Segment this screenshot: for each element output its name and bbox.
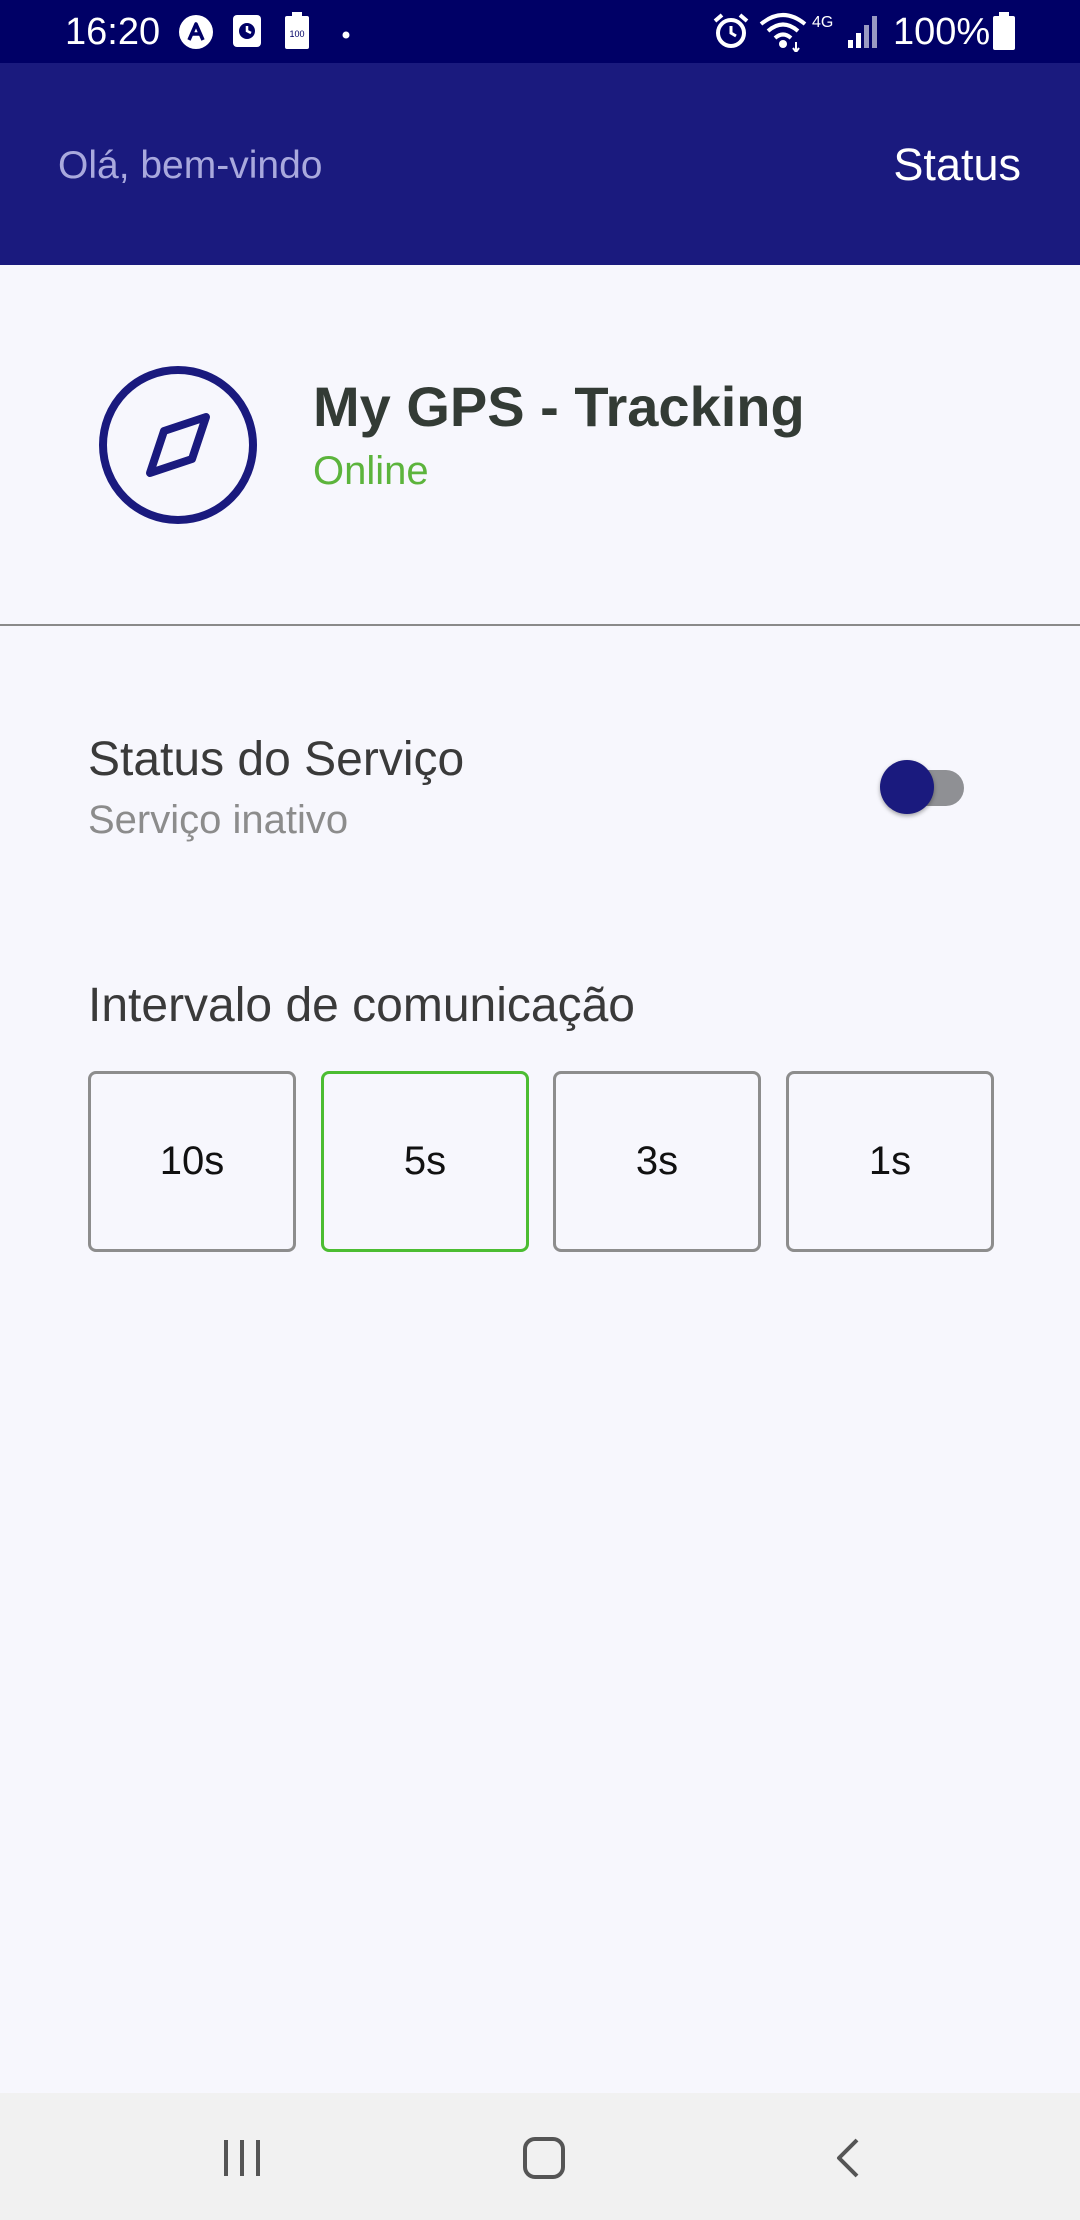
service-toggle[interactable] bbox=[880, 760, 966, 816]
status-time: 16:20 bbox=[65, 11, 161, 53]
connection-status: Online bbox=[313, 449, 429, 493]
a-icon bbox=[178, 14, 214, 55]
recent-apps-icon[interactable] bbox=[202, 2123, 282, 2193]
alarm-icon bbox=[712, 12, 750, 55]
wifi-icon bbox=[758, 12, 808, 57]
tab-status[interactable]: Status bbox=[893, 139, 1021, 191]
navigation-bar bbox=[0, 2093, 1080, 2220]
interval-title: Intervalo de comunicação bbox=[88, 979, 635, 1032]
home-icon[interactable] bbox=[504, 2123, 584, 2193]
interval-option-10s[interactable]: 10s bbox=[88, 1071, 296, 1252]
toggle-thumb bbox=[880, 760, 934, 814]
greeting-text: Olá, bem-vindo bbox=[58, 144, 323, 187]
interval-option-1s[interactable]: 1s bbox=[786, 1071, 994, 1252]
battery-percent: 100% bbox=[893, 11, 991, 53]
battery-100-icon: 100 bbox=[284, 12, 310, 55]
clock-app-icon bbox=[232, 14, 262, 53]
network-type: 4G bbox=[812, 14, 834, 31]
divider bbox=[0, 624, 1080, 626]
app-title: My GPS - Tracking bbox=[313, 375, 805, 438]
app-bar: Olá, bem-vindo Status bbox=[0, 63, 1080, 265]
screen: 16:20 100 4G 100% Olá, bem-vindo Status … bbox=[0, 0, 1080, 2220]
interval-option-5s[interactable]: 5s bbox=[321, 1071, 529, 1252]
interval-option-3s[interactable]: 3s bbox=[553, 1071, 761, 1252]
back-icon[interactable] bbox=[808, 2123, 888, 2193]
signal-icon bbox=[846, 14, 882, 53]
interval-options: 10s 5s 3s 1s bbox=[88, 1071, 994, 1252]
service-status-title: Status do Serviço bbox=[88, 733, 465, 786]
compass-icon bbox=[98, 365, 258, 525]
service-status-subtitle: Serviço inativo bbox=[88, 798, 349, 842]
battery-icon bbox=[992, 12, 1016, 55]
status-bar: 16:20 100 4G 100% bbox=[0, 0, 1080, 63]
svg-text:100: 100 bbox=[289, 29, 304, 39]
app-header: My GPS - Tracking Online bbox=[0, 265, 1080, 625]
dot-icon bbox=[342, 26, 350, 44]
